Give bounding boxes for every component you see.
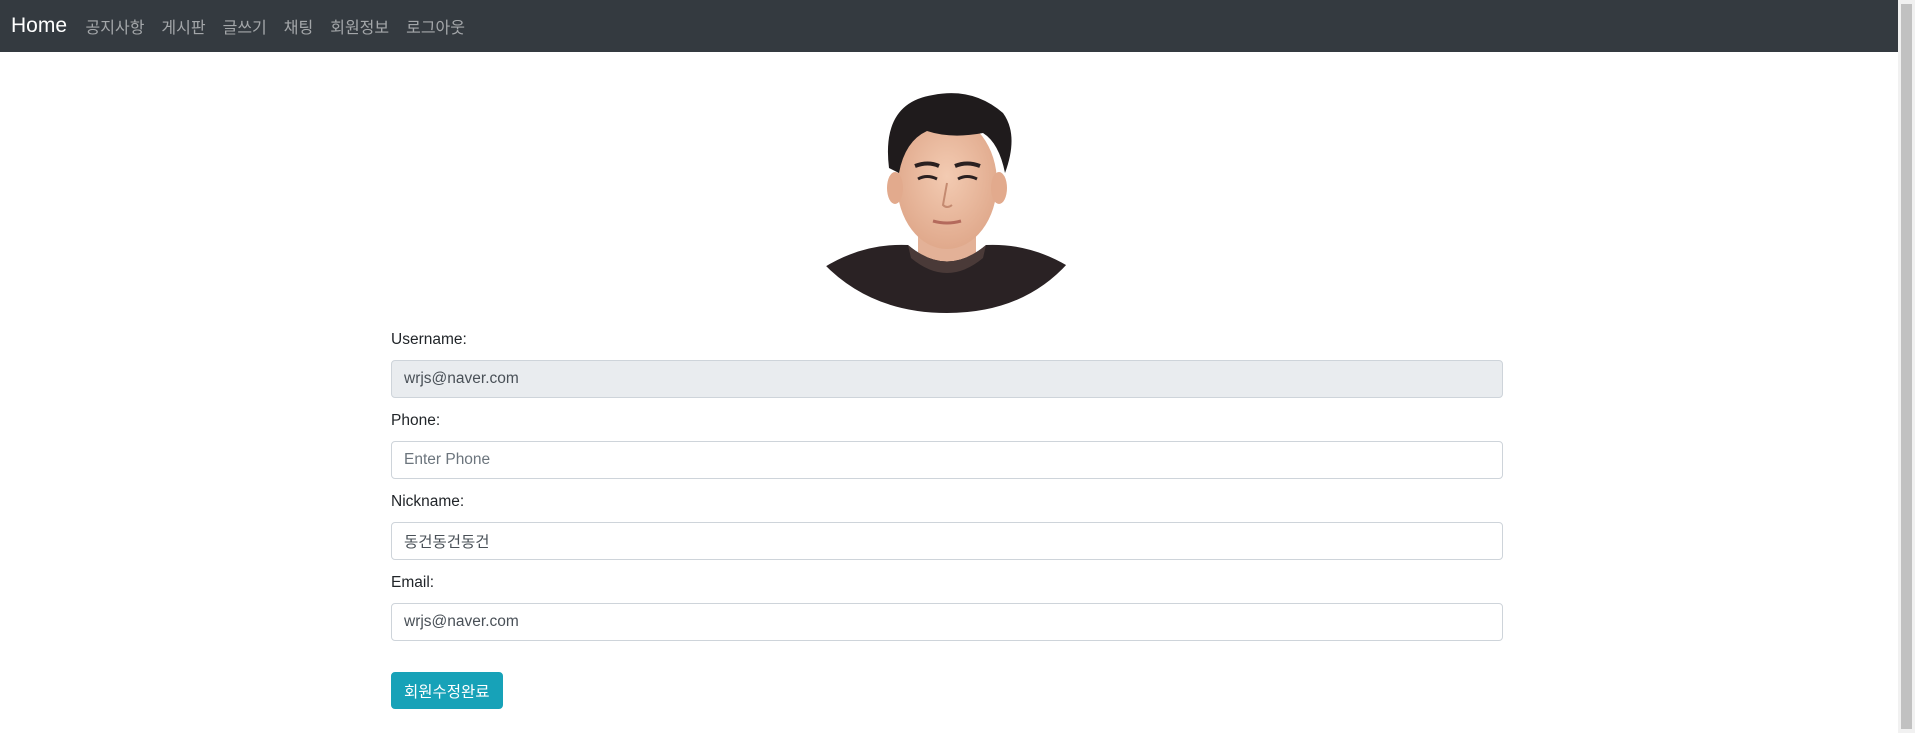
username-field[interactable] xyxy=(391,360,1503,398)
scrollbar-thumb[interactable] xyxy=(1901,4,1912,729)
nickname-group: Nickname: xyxy=(391,493,1503,560)
nav-link-member-info[interactable]: 회원정보 xyxy=(322,14,398,38)
phone-group: Phone: xyxy=(391,412,1503,479)
username-group: Username: xyxy=(391,331,1503,398)
email-label: Email: xyxy=(391,574,435,591)
username-label: Username: xyxy=(391,331,467,348)
top-navbar: Home 공지사항 게시판 글쓰기 채팅 회원정보 로그아웃 xyxy=(0,0,1898,52)
nav-link-notice[interactable]: 공지사항 xyxy=(77,14,153,38)
profile-photo-icon xyxy=(823,73,1068,313)
nav-link-chat[interactable]: 채팅 xyxy=(275,14,321,38)
nickname-field[interactable] xyxy=(391,522,1503,560)
phone-label: Phone: xyxy=(391,412,441,429)
vertical-scrollbar[interactable] xyxy=(1898,0,1915,733)
email-field[interactable] xyxy=(391,603,1503,641)
nav-link-write[interactable]: 글쓰기 xyxy=(214,14,275,38)
member-edit-form: Username: Phone: Nickname: Email: 회원수정완료 xyxy=(391,331,1503,709)
navbar-links: 공지사항 게시판 글쓰기 채팅 회원정보 로그아웃 xyxy=(77,14,473,38)
phone-field[interactable] xyxy=(391,441,1503,479)
nav-link-logout[interactable]: 로그아웃 xyxy=(398,14,474,38)
profile-image xyxy=(823,73,1071,313)
submit-edit-button[interactable]: 회원수정완료 xyxy=(391,672,503,709)
navbar-brand-home[interactable]: Home xyxy=(11,14,67,38)
nickname-label: Nickname: xyxy=(391,493,465,510)
nav-link-board[interactable]: 게시판 xyxy=(153,14,214,38)
email-group: Email: xyxy=(391,574,1503,641)
